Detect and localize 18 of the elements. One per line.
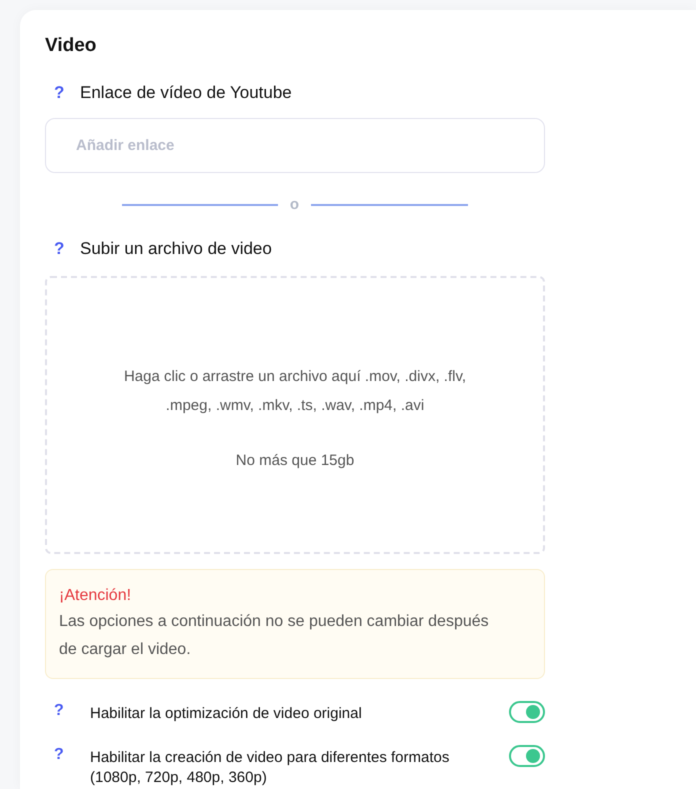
drop-instructions: Haga clic o arrastre un archivo aquí .mov, .divx, .flv, .mpeg, .wmv, .mkv, .ts, .wav, .mp4, .avi	[122, 367, 468, 416]
help-icon[interactable]: ?	[45, 701, 90, 721]
help-icon[interactable]: ?	[45, 236, 80, 262]
option-label: Habilitar la optimización de video original	[90, 704, 363, 724]
file-drop-zone[interactable]: Haga clic o arrastre un archivo aquí .mov, .divx, .flv, .mpeg, .wmv, .mkv, .ts, .wav, .mp4, .avi No más que 15gb	[45, 276, 545, 554]
divider-text: o	[290, 197, 300, 213]
help-icon[interactable]: ?	[45, 80, 80, 106]
toggle-switch[interactable]	[509, 745, 545, 767]
field-label: Subir un archivo de video	[80, 238, 272, 260]
section-title: Video	[45, 34, 96, 58]
field-label: Enlace de vídeo de Youtube	[80, 82, 292, 104]
size-limit-text: No más que 15gb	[236, 451, 354, 471]
warning-title: ¡Atención!	[59, 586, 132, 606]
option-label: Habilitar la creación de video para diferentes formatos (1080p, 720p, 480p, 360p)	[90, 748, 450, 788]
help-icon[interactable]: ?	[45, 745, 90, 765]
toggle-switch[interactable]	[509, 701, 545, 723]
warning-message: Las opciones a continuación no se pueden cambiar después de cargar el video.	[59, 612, 490, 660]
link-input-field[interactable]: Añadir enlace	[45, 118, 545, 173]
